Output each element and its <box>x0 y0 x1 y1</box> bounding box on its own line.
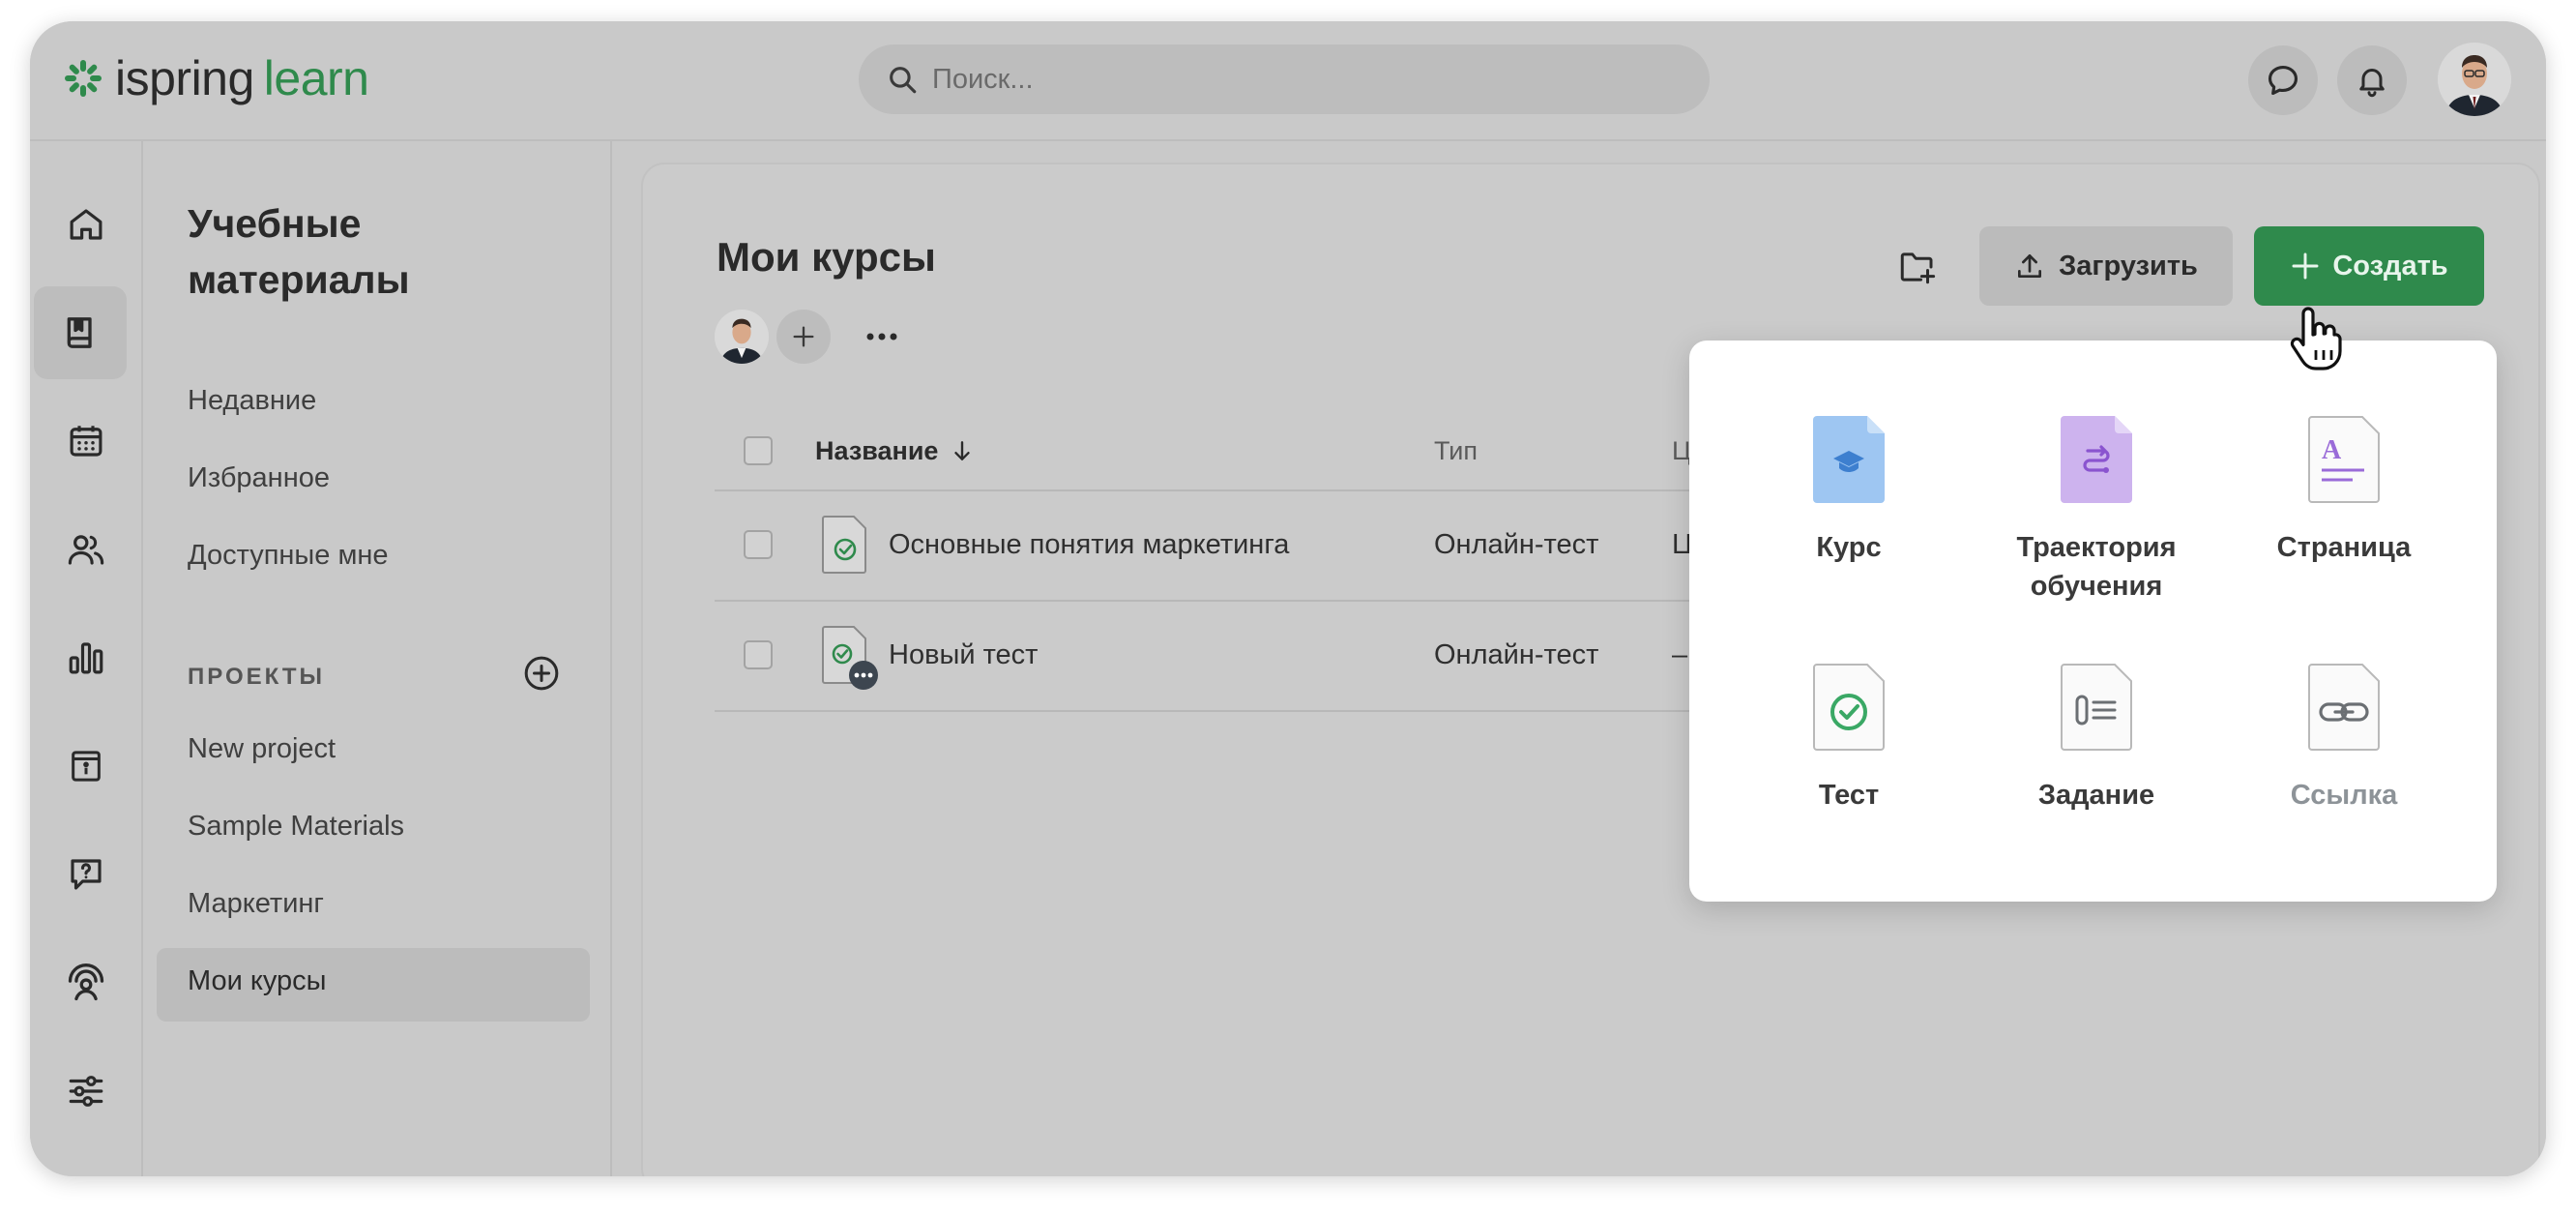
logo-brand-text: ispring <box>115 51 254 105</box>
search-input[interactable] <box>932 63 1667 96</box>
sidebar-project-sample-materials[interactable]: Sample Materials <box>188 811 404 843</box>
rail-item-users[interactable] <box>30 503 141 596</box>
chat-icon <box>2268 65 2298 96</box>
logo-product-text: learn <box>263 51 369 105</box>
course-extra: – <box>1672 638 1688 670</box>
column-header-type[interactable]: Тип <box>1434 412 1478 489</box>
course-type: Онлайн-тест <box>1434 528 1599 560</box>
column-header-name-label: Название <box>815 435 939 465</box>
rail-item-reports[interactable] <box>30 611 141 704</box>
test-icon <box>1813 664 1885 751</box>
course-icon <box>1813 416 1885 503</box>
rail-item-info[interactable] <box>30 720 141 813</box>
sidebar-title: Учебные материалы <box>188 201 410 302</box>
help-chat-icon <box>70 859 102 890</box>
row-checkbox[interactable] <box>744 640 773 669</box>
page-title: Мои курсы <box>717 234 936 280</box>
create-menu-item-link[interactable]: Ссылка <box>2223 664 2465 815</box>
nav-rail <box>30 141 143 1176</box>
new-folder-button[interactable] <box>1890 240 1945 294</box>
column-header-extra[interactable]: Ц <box>1672 412 1691 489</box>
sort-down-arrow-icon <box>954 441 971 460</box>
plus-icon <box>793 326 814 347</box>
rail-item-home[interactable] <box>30 178 141 271</box>
page-icon: A <box>2308 416 2380 503</box>
rail-item-help[interactable] <box>30 828 141 921</box>
hand-pointer-cursor-icon <box>2290 307 2342 370</box>
create-menu-popup: Курс Траектория обучения A Страница Тест… <box>1689 341 2497 902</box>
projects-section-label: ПРОЕКТЫ <box>188 664 326 690</box>
sidebar-project-new-project[interactable]: New project <box>188 733 336 765</box>
row-checkbox[interactable] <box>744 530 773 559</box>
materials-sidebar: Учебные материалы Недавние Избранное Дос… <box>143 141 612 1176</box>
svg-text:A: A <box>2322 435 2342 465</box>
add-owner-button[interactable] <box>776 310 831 364</box>
create-menu-item-assignment[interactable]: Задание <box>1976 664 2217 815</box>
select-all-checkbox-cell[interactable] <box>744 412 773 489</box>
more-options-button[interactable] <box>858 324 906 349</box>
sidebar-link-recent[interactable]: Недавние <box>188 385 316 417</box>
upload-button-label: Загрузить <box>2059 250 2198 282</box>
users-icon <box>68 535 103 565</box>
test-file-icon <box>822 516 866 574</box>
webcam-user-icon <box>68 963 103 1001</box>
test-draft-file-icon <box>822 626 878 690</box>
info-board-icon <box>71 751 101 782</box>
ispring-logo-icon <box>65 60 102 97</box>
create-menu-item-assignment-label: Задание <box>2037 780 2155 811</box>
create-menu-item-test-label: Тест <box>1818 780 1880 811</box>
course-name[interactable]: Новый тест <box>889 621 1038 689</box>
sliders-icon <box>69 1076 102 1107</box>
rail-item-calendar[interactable] <box>30 395 141 488</box>
sidebar-project-marketing[interactable]: Маркетинг <box>188 888 324 920</box>
column-header-name[interactable]: Название <box>815 412 975 489</box>
folder-add-icon <box>1900 252 1936 284</box>
create-menu-item-learning-path[interactable]: Траектория обучения <box>1976 416 2217 606</box>
create-menu-item-course[interactable]: Курс <box>1728 416 1970 567</box>
row-checkbox-cell[interactable] <box>744 621 773 689</box>
upload-icon <box>2018 254 2042 278</box>
create-menu-item-page-label: Страница <box>2276 532 2412 563</box>
assignment-icon <box>2061 664 2132 751</box>
select-all-checkbox[interactable] <box>744 436 773 465</box>
plus-icon <box>2292 252 2319 280</box>
course-type: Онлайн-тест <box>1434 638 1599 670</box>
chat-button[interactable] <box>2248 45 2318 115</box>
course-name[interactable]: Основные понятия маркетинга <box>889 511 1289 578</box>
logo[interactable]: ispring learn <box>63 50 369 106</box>
create-menu-item-test[interactable]: Тест <box>1728 664 1970 815</box>
home-icon <box>70 209 102 240</box>
notifications-button[interactable] <box>2337 45 2407 115</box>
top-bar: ispring learn <box>30 21 2546 141</box>
app-window: ispring learn Поиск... Учебные материалы… <box>30 21 2546 1176</box>
sidebar-project-my-courses[interactable]: Мои курсы <box>188 965 327 997</box>
create-menu-item-learning-path-label: Траектория обучения <box>2016 532 2177 602</box>
create-menu-item-link-label: Ссылка <box>2290 780 2398 811</box>
upload-button[interactable]: Загрузить <box>1979 226 2233 306</box>
more-dots-icon <box>866 333 897 341</box>
create-button-label: Создать <box>2332 250 2448 282</box>
avatar-photo-icon <box>2438 43 2511 116</box>
rail-item-webinars[interactable] <box>30 936 141 1029</box>
owner-avatar[interactable] <box>715 310 769 364</box>
rail-item-materials[interactable] <box>34 286 127 379</box>
sidebar-link-favorites[interactable]: Избранное <box>188 462 330 494</box>
book-icon <box>67 317 92 348</box>
create-menu-item-page[interactable]: A Страница <box>2223 416 2465 567</box>
search-bar[interactable] <box>859 44 1710 114</box>
learning-path-icon <box>2061 416 2132 503</box>
link-icon <box>2308 664 2380 751</box>
bar-chart-icon <box>69 642 102 674</box>
rail-item-settings[interactable] <box>30 1045 141 1138</box>
search-icon <box>890 67 917 94</box>
create-button[interactable]: Создать <box>2254 226 2484 306</box>
create-menu-item-course-label: Курс <box>1816 532 1882 563</box>
add-project-icon[interactable] <box>522 654 561 693</box>
bell-icon <box>2359 69 2385 98</box>
owner-avatar-photo-icon <box>715 310 769 364</box>
user-avatar[interactable] <box>2438 43 2511 116</box>
sidebar-link-shared[interactable]: Доступные мне <box>188 540 389 572</box>
row-checkbox-cell[interactable] <box>744 511 773 578</box>
calendar-icon <box>70 426 102 457</box>
